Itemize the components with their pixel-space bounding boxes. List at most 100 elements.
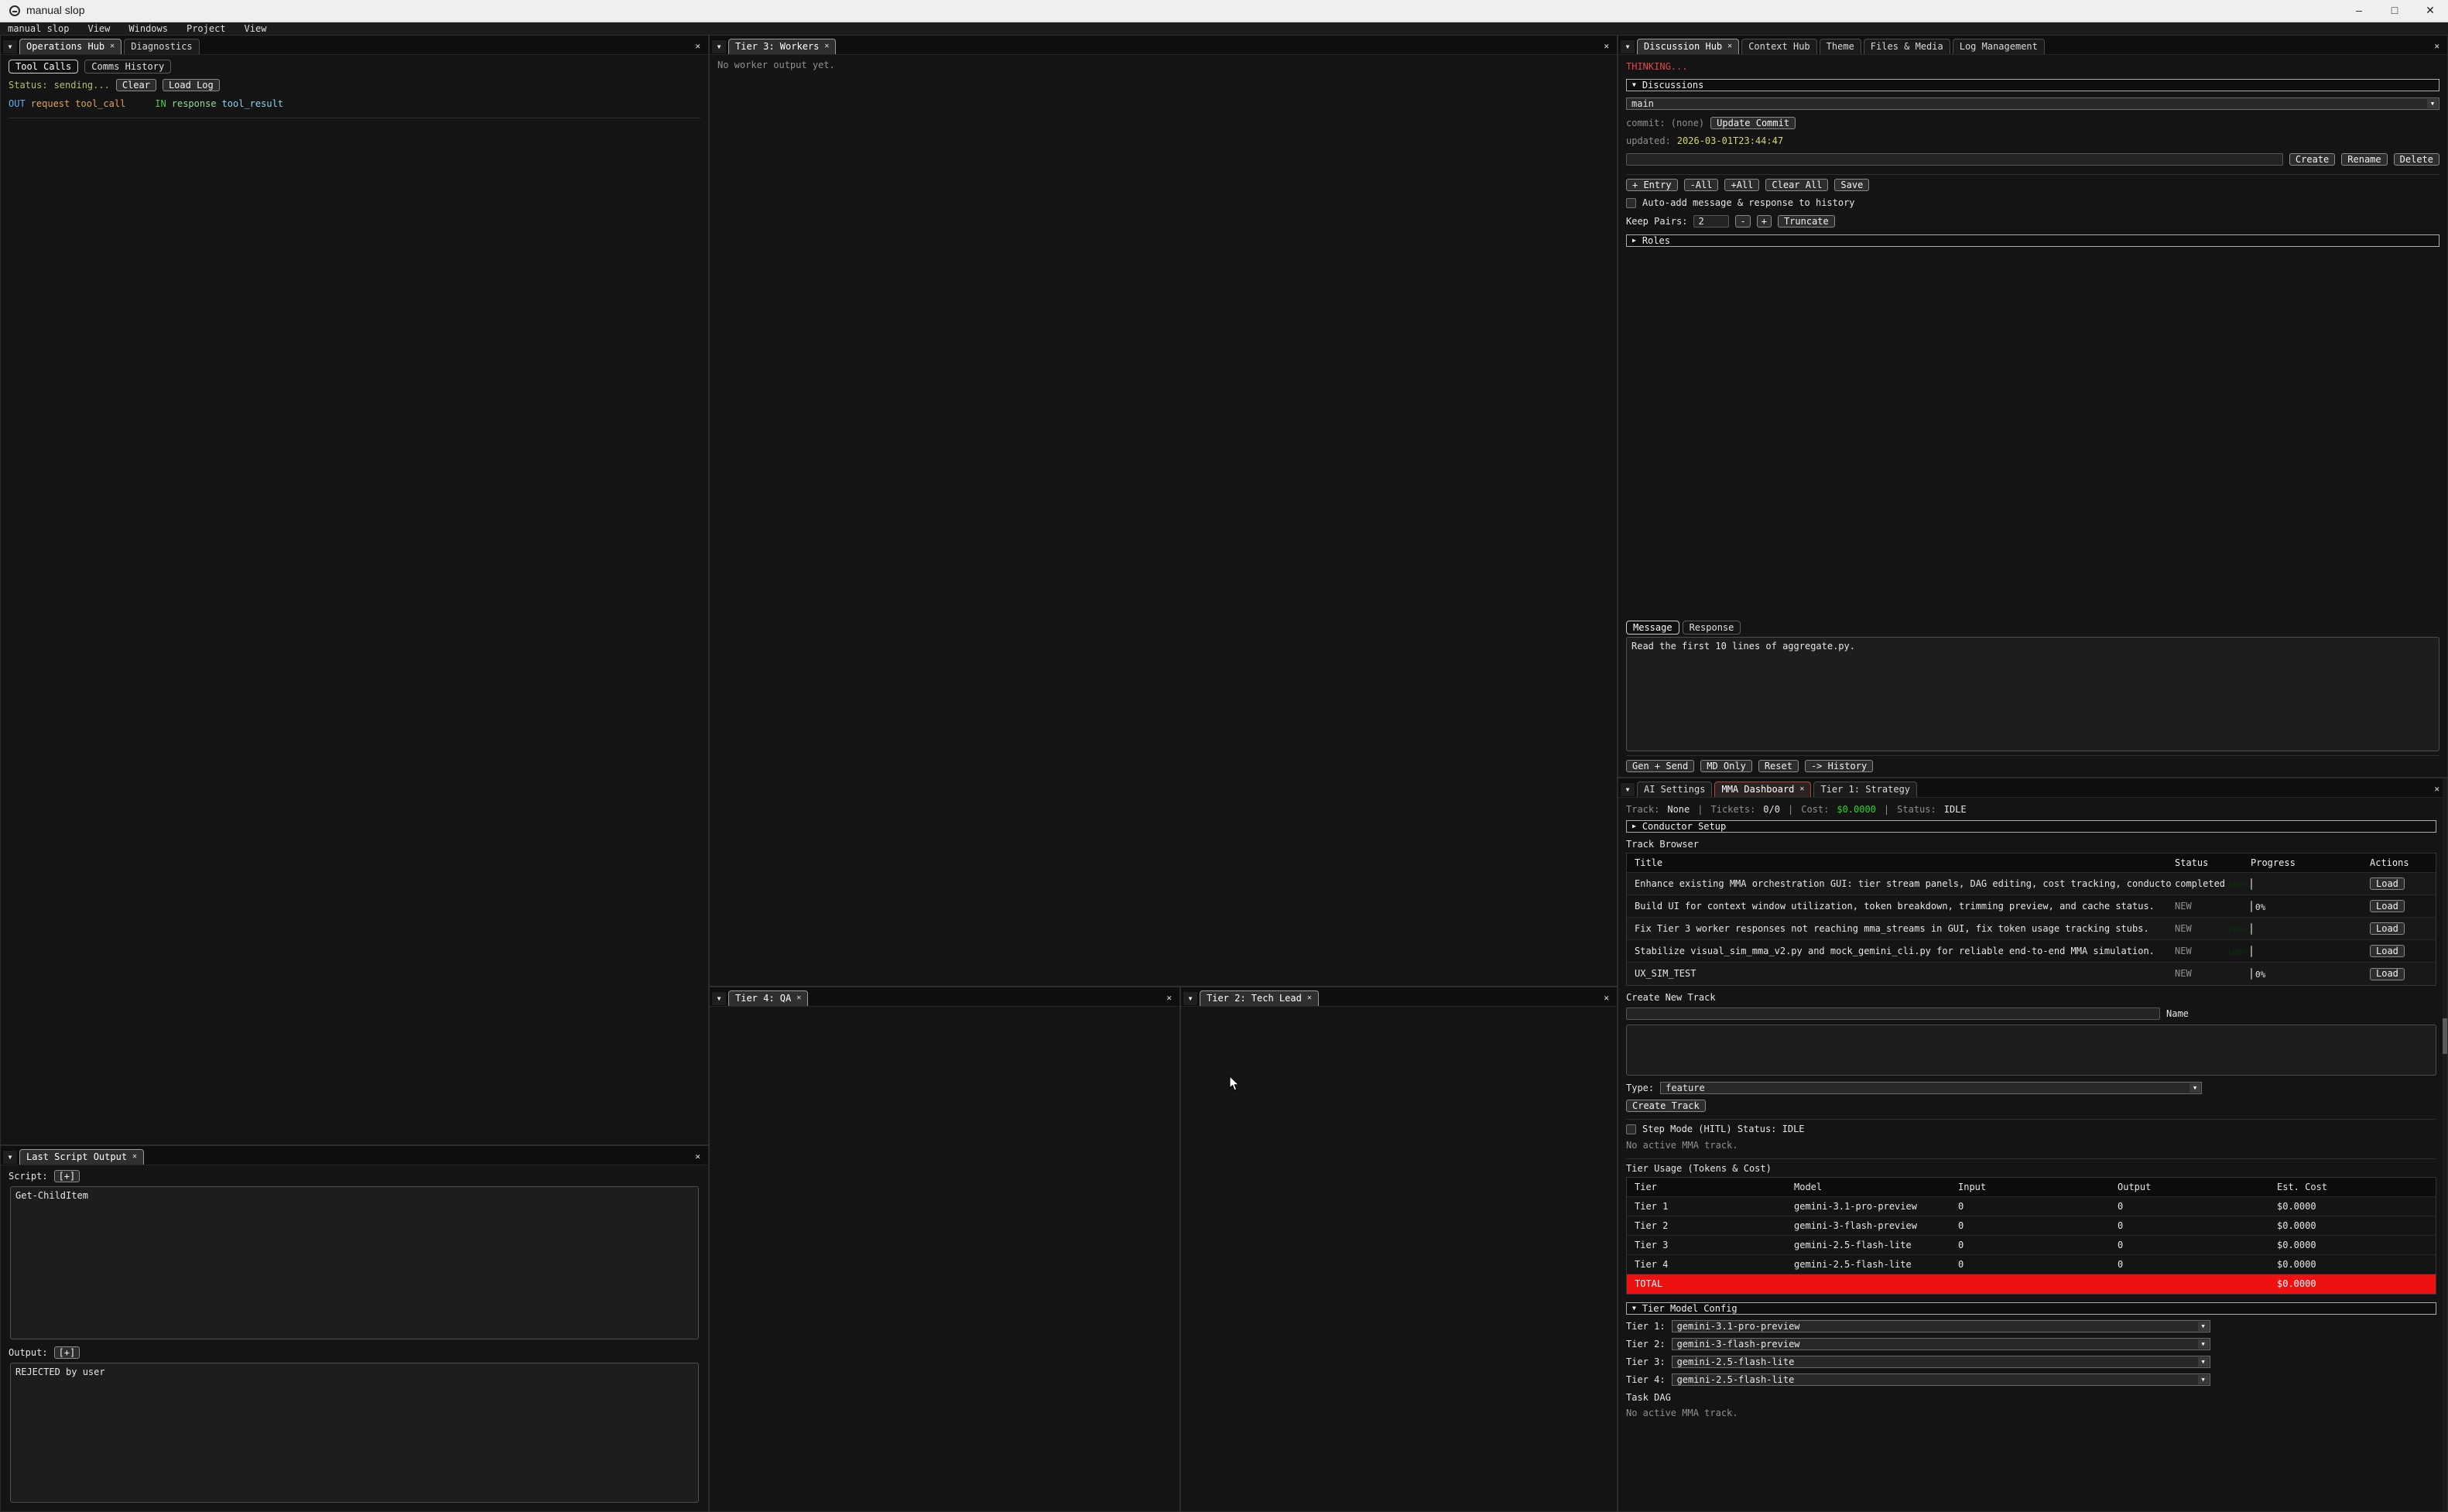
close-button[interactable]: ✕: [2412, 0, 2448, 22]
output-cell: 0: [2118, 1240, 2277, 1251]
collapse-pane-icon[interactable]: ▼: [1621, 40, 1635, 53]
load-button[interactable]: Load: [2370, 968, 2405, 980]
tab-close-icon[interactable]: ✕: [796, 994, 801, 1004]
tier4-model-select[interactable]: gemini-2.5-flash-lite ▼: [1672, 1373, 2210, 1386]
tab-tier4-qa[interactable]: Tier 4: QA ✕: [728, 990, 808, 1006]
create-track-button[interactable]: Create Track: [1626, 1100, 1706, 1112]
output-textarea[interactable]: REJECTED by user: [10, 1363, 699, 1503]
menu-item-windows[interactable]: Windows: [128, 23, 168, 35]
load-button[interactable]: Load: [2370, 945, 2405, 957]
menu-item-view[interactable]: View: [87, 23, 110, 35]
pane-close-icon[interactable]: ✕: [2431, 784, 2443, 797]
scrollbar-thumb[interactable]: [2443, 1018, 2447, 1054]
expand-all-button[interactable]: +All: [1724, 179, 1759, 191]
subtab-tool-calls[interactable]: Tool Calls: [9, 60, 78, 74]
delete-button[interactable]: Delete: [2394, 153, 2439, 166]
menu-item-manual-slop[interactable]: manual slop: [8, 23, 69, 35]
tab-discussion-hub[interactable]: Discussion Hub ✕: [1637, 39, 1739, 54]
md-only-button[interactable]: MD Only: [1700, 760, 1752, 772]
conductor-setup-header[interactable]: ▶ Conductor Setup: [1626, 820, 2436, 833]
chevron-right-icon: ▶: [1632, 237, 1636, 245]
add-entry-button[interactable]: + Entry: [1626, 179, 1678, 191]
tier1-model-select[interactable]: gemini-3.1-pro-preview ▼: [1672, 1320, 2210, 1332]
step-mode-checkbox[interactable]: [1626, 1124, 1636, 1134]
collapse-pane-icon[interactable]: ▼: [3, 40, 17, 53]
tab-theme[interactable]: Theme: [1820, 39, 1861, 54]
menu-item-project[interactable]: Project: [187, 23, 226, 35]
clear-button[interactable]: Clear: [116, 79, 156, 91]
pane-close-icon[interactable]: ✕: [1601, 41, 1612, 54]
truncate-button[interactable]: Truncate: [1778, 215, 1835, 227]
discussion-select[interactable]: main ▼: [1626, 97, 2439, 110]
keep-pairs-input[interactable]: 2: [1693, 215, 1729, 227]
roles-section-header[interactable]: ▶ Roles: [1626, 234, 2439, 247]
track-description-textarea[interactable]: [1626, 1025, 2436, 1076]
tab-tier1-strategy[interactable]: Tier 1: Strategy: [1813, 782, 1917, 797]
tab-ai-settings[interactable]: AI Settings: [1637, 782, 1712, 797]
to-history-button[interactable]: -> History: [1805, 760, 1873, 772]
tab-close-icon[interactable]: ✕: [824, 42, 829, 52]
discussions-section-header[interactable]: ▼ Discussions: [1626, 79, 2439, 91]
tab-last-script-output[interactable]: Last Script Output ✕: [19, 1149, 144, 1165]
script-textarea[interactable]: Get-ChildItem: [10, 1186, 699, 1339]
tab-tier2-tech-lead[interactable]: Tier 2: Tech Lead ✕: [1200, 990, 1319, 1006]
menu-item-view-2[interactable]: View: [245, 23, 267, 35]
track-type-select[interactable]: feature ▼: [1660, 1082, 2202, 1094]
tab-close-icon[interactable]: ✕: [1799, 785, 1804, 795]
tab-close-icon[interactable]: ✕: [132, 1152, 137, 1162]
track-name-input[interactable]: [1626, 1007, 2160, 1020]
tab-mma-dashboard[interactable]: MMA Dashboard ✕: [1714, 782, 1811, 797]
pane-close-icon[interactable]: ✕: [1163, 993, 1175, 1006]
load-button[interactable]: Load: [2370, 922, 2405, 935]
create-button[interactable]: Create: [2289, 153, 2335, 166]
tab-tier3-workers[interactable]: Tier 3: Workers ✕: [728, 39, 836, 54]
tab-diagnostics[interactable]: Diagnostics: [124, 39, 199, 54]
collapse-pane-icon[interactable]: ▼: [712, 40, 726, 53]
gen-send-button[interactable]: Gen + Send: [1626, 760, 1694, 772]
collapse-pane-icon[interactable]: ▼: [1621, 783, 1635, 796]
load-log-button[interactable]: Load Log: [163, 79, 220, 91]
collapse-pane-icon[interactable]: ▼: [712, 992, 726, 1005]
tab-close-icon[interactable]: ✕: [1307, 994, 1312, 1004]
load-button[interactable]: Load: [2370, 900, 2405, 912]
increment-button[interactable]: +: [1757, 215, 1772, 227]
tier3-model-select[interactable]: gemini-2.5-flash-lite ▼: [1672, 1356, 2210, 1368]
message-textarea[interactable]: Read the first 10 lines of aggregate.py.: [1626, 637, 2439, 751]
pane-close-icon[interactable]: ✕: [1601, 993, 1612, 1006]
collapse-pane-icon[interactable]: ▼: [1183, 992, 1197, 1005]
task-dag-empty-text: No active MMA track.: [1626, 1408, 2436, 1419]
subtab-comms-history[interactable]: Comms History: [84, 60, 171, 74]
tier-model-config-header[interactable]: ▼ Tier Model Config: [1626, 1302, 2436, 1315]
tab-close-icon[interactable]: ✕: [110, 42, 115, 52]
reset-button[interactable]: Reset: [1758, 760, 1799, 772]
tab-operations-hub[interactable]: Operations Hub ✕: [19, 39, 122, 54]
discussion-name-input[interactable]: [1626, 153, 2283, 166]
tab-context-hub[interactable]: Context Hub: [1741, 39, 1816, 54]
auto-add-checkbox[interactable]: [1626, 198, 1636, 208]
track-title: UX_SIM_TEST: [1630, 968, 2172, 980]
pane-close-icon[interactable]: ✕: [692, 1151, 704, 1165]
output-expand-button[interactable]: [+]: [54, 1346, 80, 1359]
load-button[interactable]: Load: [2370, 877, 2405, 890]
cost-cell: $0.0000: [2277, 1220, 2433, 1232]
collapse-all-button[interactable]: -All: [1684, 179, 1719, 191]
rename-button[interactable]: Rename: [2341, 153, 2387, 166]
tier2-model-select[interactable]: gemini-3-flash-preview ▼: [1672, 1338, 2210, 1350]
pane-close-icon[interactable]: ✕: [2431, 41, 2443, 54]
script-expand-button[interactable]: [+]: [54, 1170, 80, 1182]
tab-message[interactable]: Message: [1626, 621, 1679, 635]
minimize-button[interactable]: –: [2341, 0, 2377, 22]
tab-files-media[interactable]: Files & Media: [1864, 39, 1950, 54]
collapse-pane-icon[interactable]: ▼: [3, 1151, 17, 1164]
tab-response[interactable]: Response: [1683, 621, 1741, 635]
tab-log-management[interactable]: Log Management: [1953, 39, 2045, 54]
scrollbar-track[interactable]: [2443, 778, 2447, 1511]
save-button[interactable]: Save: [1834, 179, 1869, 191]
decrement-button[interactable]: -: [1735, 215, 1750, 227]
tab-close-icon[interactable]: ✕: [1727, 42, 1732, 52]
maximize-button[interactable]: □: [2377, 0, 2412, 22]
update-commit-button[interactable]: Update Commit: [1710, 117, 1796, 129]
chevron-down-icon: ▼: [2190, 1083, 2200, 1093]
clear-all-button[interactable]: Clear All: [1765, 179, 1828, 191]
pane-close-icon[interactable]: ✕: [692, 41, 704, 54]
